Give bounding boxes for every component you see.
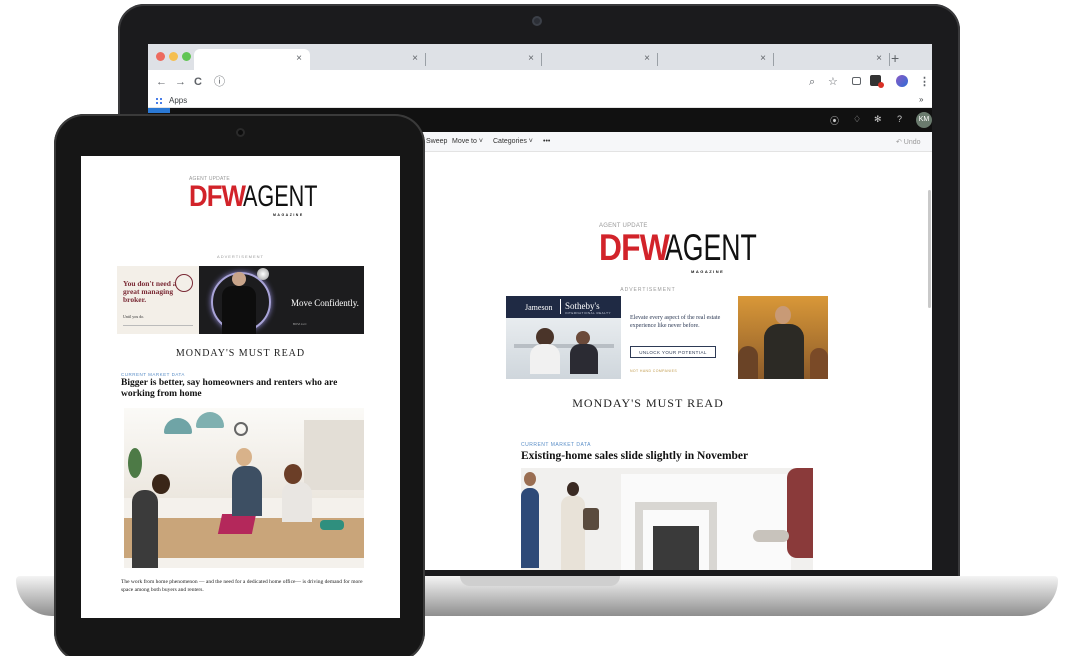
account-avatar[interactable]: KM (916, 112, 932, 128)
laptop-notch (460, 576, 620, 586)
logo-magazine: MAGAZINE (691, 269, 725, 274)
article-hero-photo[interactable] (521, 468, 813, 570)
advertisement-label: ADVERTISEMENT (217, 254, 264, 259)
profile-avatar-icon[interactable] (896, 75, 908, 87)
ad-footer-url: BOVI.LLC (293, 322, 307, 326)
advertisement-label: ADVERTISEMENT (620, 287, 676, 293)
tablet-screen: AGENT UPDATE DFW AGENT MAGAZINE ADVERTIS… (81, 156, 400, 618)
ad-copy: Elevate every aspect of the real estate … (630, 315, 721, 329)
site-info-icon[interactable]: ⓘ (214, 75, 225, 89)
browser-tab[interactable]: × (310, 49, 426, 70)
logo-dfw: DFW (599, 227, 670, 268)
bookmarks-bar: Apps » (148, 94, 932, 108)
logo-magazine: MAGAZINE (273, 213, 304, 217)
tab-close-icon[interactable]: × (412, 53, 418, 64)
undo-button[interactable]: ↶ Undo (896, 138, 921, 146)
article-category[interactable]: CURRENT MARKET DATA (121, 372, 185, 377)
article-headline[interactable]: Existing-home sales slide slightly in No… (521, 450, 748, 462)
extension-icon[interactable] (852, 77, 861, 85)
article-headline[interactable]: Bigger is better, say homeowners and ren… (121, 378, 366, 400)
apps-grid-icon[interactable] (155, 97, 163, 105)
more-actions-button[interactable]: ••• (543, 138, 550, 145)
extension-badge-icon[interactable] (870, 75, 884, 88)
browser-tab[interactable]: × (426, 49, 542, 70)
ad-photo-speaker (738, 296, 828, 379)
tab-close-icon[interactable]: × (296, 53, 302, 64)
bookmark-star-icon[interactable]: ☆ (828, 75, 838, 89)
browser-tab[interactable]: × (774, 49, 890, 70)
ad-left-copy: You don't need a great managing broker. (123, 279, 177, 304)
section-title: MONDAY'S MUST READ (175, 348, 306, 359)
device-mockup: × × × × × × + ← → C ⓘ ⌕ ☆ ⋮ Apps » ⦿ ♢ ✻… (0, 0, 1066, 656)
ad-banner-sothebys[interactable]: Jameson Sotheby's INTERNATIONAL REALTY E… (506, 296, 828, 379)
sweep-button[interactable]: Sweep (426, 138, 447, 145)
browser-toolbar: ← → C ⓘ ⌕ ☆ ⋮ (148, 70, 932, 94)
new-tab-button[interactable]: + (891, 50, 899, 66)
browser-tab-strip: × × × × × × + (148, 44, 932, 70)
scrollbar[interactable] (928, 190, 931, 308)
maximize-window-icon[interactable] (182, 52, 191, 61)
ad-brand-right: Sotheby's (565, 301, 600, 311)
article-category[interactable]: CURRENT MARKET DATA (521, 442, 591, 448)
browser-tab[interactable]: × (658, 49, 774, 70)
ad-left-small: Until you do. (123, 314, 145, 319)
webcam-icon (532, 16, 542, 26)
ad-photo-consultation: Jameson Sotheby's INTERNATIONAL REALTY (506, 296, 621, 379)
article-photo-home-office[interactable] (124, 408, 364, 568)
tab-close-icon[interactable]: × (528, 53, 534, 64)
logo-dfw: DFW (189, 180, 246, 213)
forward-icon[interactable]: → (175, 75, 186, 89)
zoom-icon[interactable]: ⌕ (809, 75, 815, 89)
bookmarks-overflow-icon[interactable]: » (919, 95, 923, 104)
reload-icon[interactable]: C (194, 75, 202, 89)
article-excerpt: The work from home phenomenon — and the … (121, 579, 363, 593)
address-bar[interactable] (228, 74, 808, 90)
ad-brand-left: Jameson (525, 303, 553, 312)
ad-footer: NOT HAND COMPANIES (630, 369, 678, 373)
tablet-camera-icon (236, 128, 245, 137)
ad-left-panel: You don't need a great managing broker. … (117, 266, 199, 334)
close-window-icon[interactable] (156, 52, 165, 61)
tab-close-icon[interactable]: × (760, 53, 766, 64)
ad-banner-broker[interactable]: You don't need a great managing broker. … (117, 266, 364, 334)
app-accent-strip (148, 108, 170, 113)
back-icon[interactable]: ← (156, 75, 167, 89)
ad-right-copy: Move Confidently. (291, 298, 359, 308)
tab-close-icon[interactable]: × (876, 53, 882, 64)
browser-tab[interactable]: × (194, 49, 310, 70)
settings-gear-icon[interactable]: ✻ (874, 114, 882, 125)
categories-button[interactable]: Categories ˅ (493, 138, 533, 145)
browser-menu-icon[interactable]: ⋮ (919, 75, 930, 89)
browser-tab[interactable]: × (542, 49, 658, 70)
notifications-icon[interactable]: ♢ (853, 114, 861, 125)
logo-agent: AGENT (243, 180, 318, 213)
logo-agent: AGENT (665, 227, 757, 268)
skype-icon[interactable]: ⦿ (830, 114, 839, 127)
help-icon[interactable]: ? (897, 114, 902, 124)
ad-brand-sub: INTERNATIONAL REALTY (565, 311, 611, 315)
ad-badge-icon (175, 274, 193, 292)
unlock-potential-button[interactable]: UNLOCK YOUR POTENTIAL (630, 346, 716, 358)
move-to-button[interactable]: Move to ˅ (452, 138, 483, 145)
bookmark-apps[interactable]: Apps (169, 96, 187, 105)
section-title: MONDAY'S MUST READ (572, 396, 724, 410)
tab-close-icon[interactable]: × (644, 53, 650, 64)
minimize-window-icon[interactable] (169, 52, 178, 61)
